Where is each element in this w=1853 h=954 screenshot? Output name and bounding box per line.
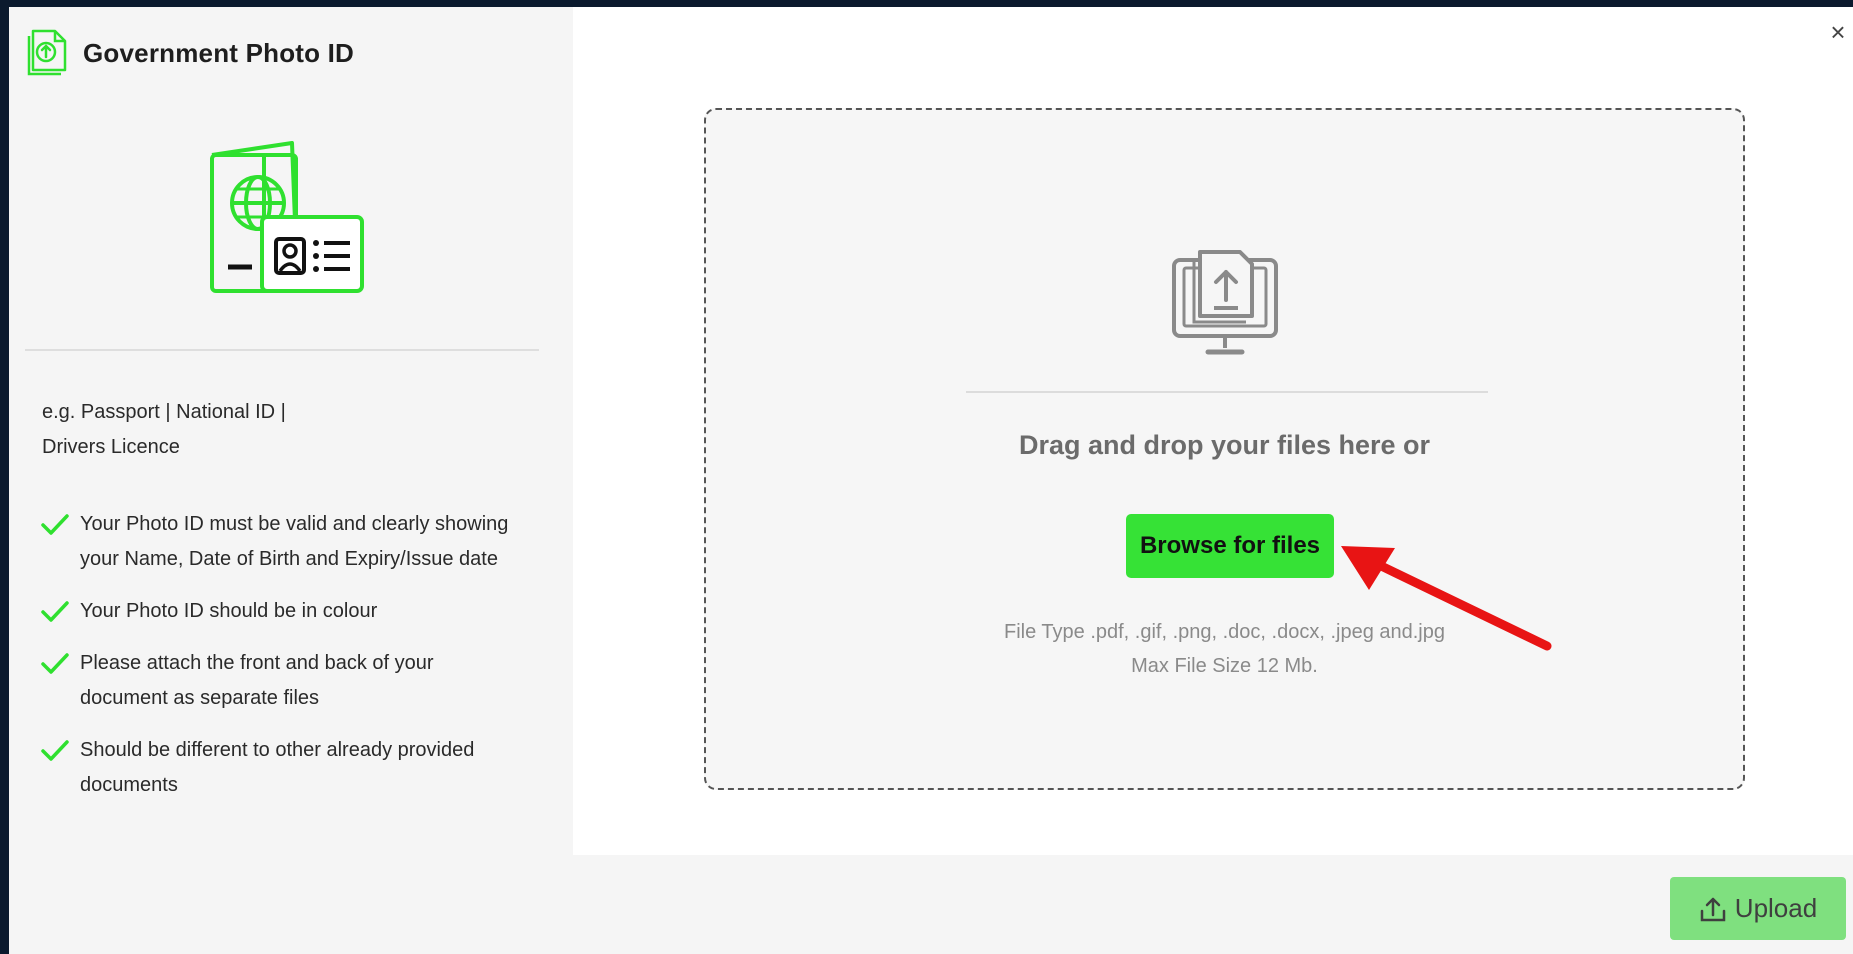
info-panel: Government Photo ID e.g. Passport | Nati…: [9, 7, 573, 954]
modal-header: Government Photo ID: [23, 27, 354, 79]
upload-panel: × Drag and drop your files here or Brows…: [573, 7, 1853, 855]
upload-button-label: Upload: [1734, 893, 1818, 923]
requirement-text: Should be different to other already pro…: [80, 733, 474, 803]
requirement-line: Should be different to other already pro…: [80, 739, 475, 761]
check-icon: [41, 514, 69, 535]
panel-divider: [25, 349, 539, 351]
examples-line: Drivers Licence: [42, 436, 180, 458]
requirement-line: documents: [80, 774, 178, 796]
requirement-text: Your Photo ID should be in colour: [80, 594, 377, 629]
requirement-line: document as separate files: [80, 687, 320, 709]
requirement-line: Your Photo ID should be in colour: [80, 600, 378, 622]
upload-modal: Government Photo ID e.g. Passport | Nati…: [9, 7, 1853, 954]
page-title: Government Photo ID: [83, 37, 355, 68]
browse-files-button[interactable]: Browse for files: [1126, 514, 1334, 578]
upload-button[interactable]: Upload: [1670, 877, 1846, 940]
annotation-arrow: [1341, 546, 1552, 651]
check-icon: [41, 653, 69, 674]
requirement-line: Please attach the front and back of your: [80, 652, 434, 674]
list-item: Should be different to other already pro…: [40, 733, 560, 803]
examples-line: e.g. Passport | National ID |: [42, 401, 286, 423]
requirements-list: Your Photo ID must be valid and clearly …: [40, 507, 560, 820]
dropzone-divider: [966, 391, 1488, 393]
upload-icon: [1700, 897, 1726, 921]
max-size-text: Max File Size 12 Mb.: [1131, 655, 1318, 677]
check-icon: [41, 601, 69, 622]
requirement-line: your Name, Date of Birth and Expiry/Issu…: [80, 548, 498, 570]
monitor-upload-icon: [1172, 250, 1278, 355]
passport-id-card-icon: [210, 141, 364, 293]
check-icon: [41, 740, 69, 761]
requirement-text: Your Photo ID must be valid and clearly …: [80, 507, 508, 577]
close-button[interactable]: ×: [1823, 17, 1853, 47]
file-dropzone[interactable]: Drag and drop your files here or Browse …: [704, 108, 1745, 790]
requirement-text: Please attach the front and back of your…: [80, 646, 434, 716]
document-upload-icon: [27, 29, 67, 76]
file-requirements: File Type .pdf, .gif, .png, .doc, .docx,…: [706, 615, 1743, 683]
list-item: Your Photo ID must be valid and clearly …: [40, 507, 560, 577]
requirement-line: Your Photo ID must be valid and clearly …: [80, 513, 509, 535]
list-item: Please attach the front and back of your…: [40, 646, 560, 716]
file-types-text: File Type .pdf, .gif, .png, .doc, .docx,…: [1003, 621, 1445, 643]
dropzone-prompt: Drag and drop your files here or: [1018, 430, 1431, 460]
list-item: Your Photo ID should be in colour: [40, 594, 560, 629]
document-examples: e.g. Passport | National ID | Drivers Li…: [42, 395, 342, 465]
